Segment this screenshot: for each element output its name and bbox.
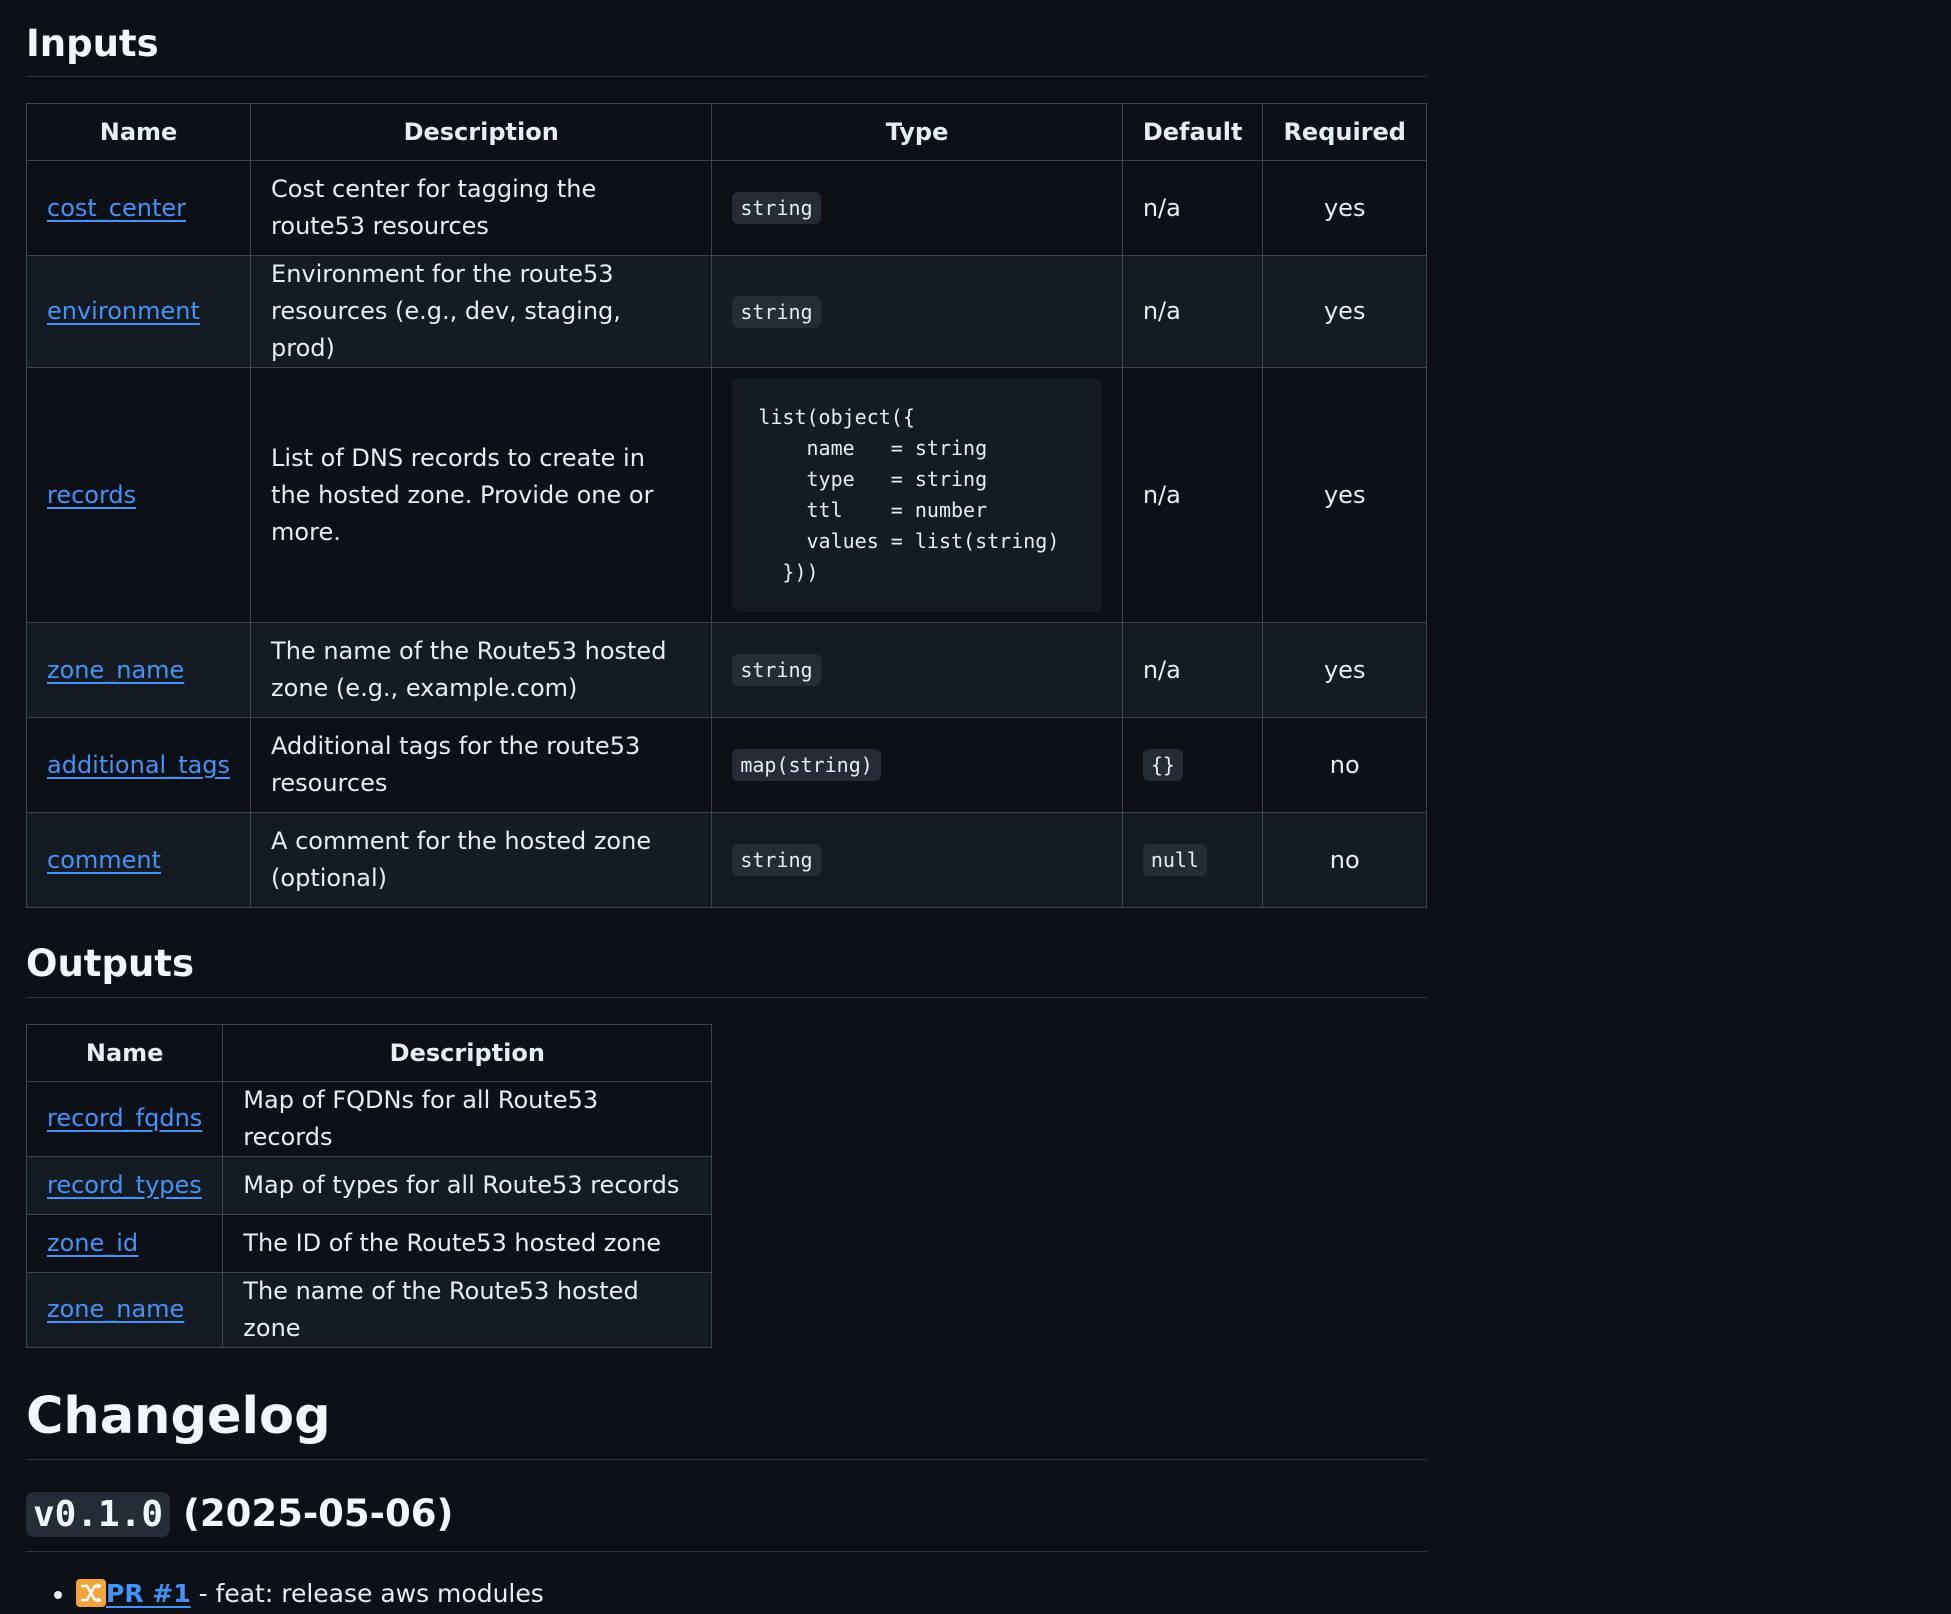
column-header-type: Type <box>711 103 1123 162</box>
input-link-comment[interactable]: comment <box>47 846 161 874</box>
required-value: yes <box>1262 622 1427 719</box>
required-value: no <box>1262 812 1427 909</box>
table-row: cost_center Cost center for tagging the … <box>25 160 1427 257</box>
input-description: List of DNS records to create in the hos… <box>250 367 713 624</box>
required-value: yes <box>1262 367 1427 624</box>
output-link-record-types[interactable]: record_types <box>47 1171 202 1199</box>
version-code: v0.1.0 <box>26 1491 171 1537</box>
required-value: yes <box>1262 255 1427 369</box>
inputs-heading: Inputs <box>26 0 1427 78</box>
table-row: records List of DNS records to create in… <box>25 367 1427 624</box>
type-code: string <box>732 654 821 687</box>
table-row: comment A comment for the hosted zone (o… <box>25 812 1427 909</box>
default-value: n/a <box>1121 367 1264 624</box>
table-row: zone_name The name of the Route53 hosted… <box>25 1271 713 1348</box>
merge-icon <box>76 1578 106 1607</box>
version-heading: v0.1.0 (2025-05-06) <box>26 1490 1427 1552</box>
outputs-table: Name Description record_fqdns Map of FQD… <box>25 1023 713 1348</box>
table-row: record_fqdns Map of FQDNs for all Route5… <box>25 1080 713 1157</box>
version-date: (2025-05-06) <box>182 1491 454 1535</box>
column-header-name: Name <box>25 103 252 162</box>
required-value: no <box>1262 717 1427 814</box>
default-value: n/a <box>1121 622 1264 719</box>
input-description: The name of the Route53 hosted zone (e.g… <box>250 622 713 719</box>
change-description: - feat: release aws modules <box>190 1578 544 1608</box>
table-row: record_types Map of types for all Route5… <box>25 1155 713 1215</box>
list-item: PR #1 - feat: release aws modules <box>76 1574 1427 1614</box>
required-value: yes <box>1262 160 1427 257</box>
column-header-description: Description <box>250 103 713 162</box>
input-link-additional-tags[interactable]: additional_tags <box>47 751 230 779</box>
pr-link[interactable]: PR #1 <box>106 1579 191 1608</box>
column-header-name: Name <box>25 1023 224 1082</box>
input-link-cost-center[interactable]: cost_center <box>47 194 186 222</box>
type-code: string <box>732 295 821 328</box>
type-code: map(string) <box>732 749 881 782</box>
type-code: string <box>732 192 821 225</box>
inputs-header-row: Name Description Type Default Required <box>25 103 1427 162</box>
input-link-zone-name[interactable]: zone_name <box>47 656 184 684</box>
table-row: additional_tags Additional tags for the … <box>25 717 1427 814</box>
output-description: The name of the Route53 hosted zone <box>222 1271 713 1348</box>
default-code: null <box>1142 844 1207 877</box>
output-description: Map of types for all Route53 records <box>222 1155 713 1215</box>
default-value: n/a <box>1121 160 1264 257</box>
inputs-table: Name Description Type Default Required c… <box>25 103 1427 909</box>
outputs-header-row: Name Description <box>25 1023 713 1082</box>
column-header-description: Description <box>222 1023 713 1082</box>
changelog-list: PR #1 - feat: release aws modules <box>26 1574 1427 1614</box>
table-row: zone_name The name of the Route53 hosted… <box>25 622 1427 719</box>
input-link-records[interactable]: records <box>47 481 136 509</box>
changelog-heading: Changelog <box>26 1386 1427 1460</box>
input-description: Environment for the route53 resources (e… <box>250 255 713 369</box>
output-description: The ID of the Route53 hosted zone <box>222 1213 713 1273</box>
column-header-default: Default <box>1121 103 1264 162</box>
input-description: Cost center for tagging the route53 reso… <box>250 160 713 257</box>
output-link-record-fqdns[interactable]: record_fqdns <box>47 1104 202 1132</box>
type-code-block: list(object({ name = string type = strin… <box>732 378 1102 613</box>
readme-document: Inputs Name Description Type Default Req… <box>25 0 1427 1614</box>
input-link-environment[interactable]: environment <box>47 297 200 325</box>
type-code: string <box>732 844 821 877</box>
table-row: environment Environment for the route53 … <box>25 255 1427 369</box>
default-code: {} <box>1142 749 1183 782</box>
default-value: n/a <box>1121 255 1264 369</box>
outputs-heading: Outputs <box>26 942 1427 998</box>
table-row: zone_id The ID of the Route53 hosted zon… <box>25 1213 713 1273</box>
input-description: A comment for the hosted zone (optional) <box>250 812 713 909</box>
input-description: Additional tags for the route53 resource… <box>250 717 713 814</box>
output-link-zone-name[interactable]: zone_name <box>47 1295 184 1323</box>
output-link-zone-id[interactable]: zone_id <box>47 1229 138 1257</box>
column-header-required: Required <box>1262 103 1427 162</box>
output-description: Map of FQDNs for all Route53 records <box>222 1080 713 1157</box>
